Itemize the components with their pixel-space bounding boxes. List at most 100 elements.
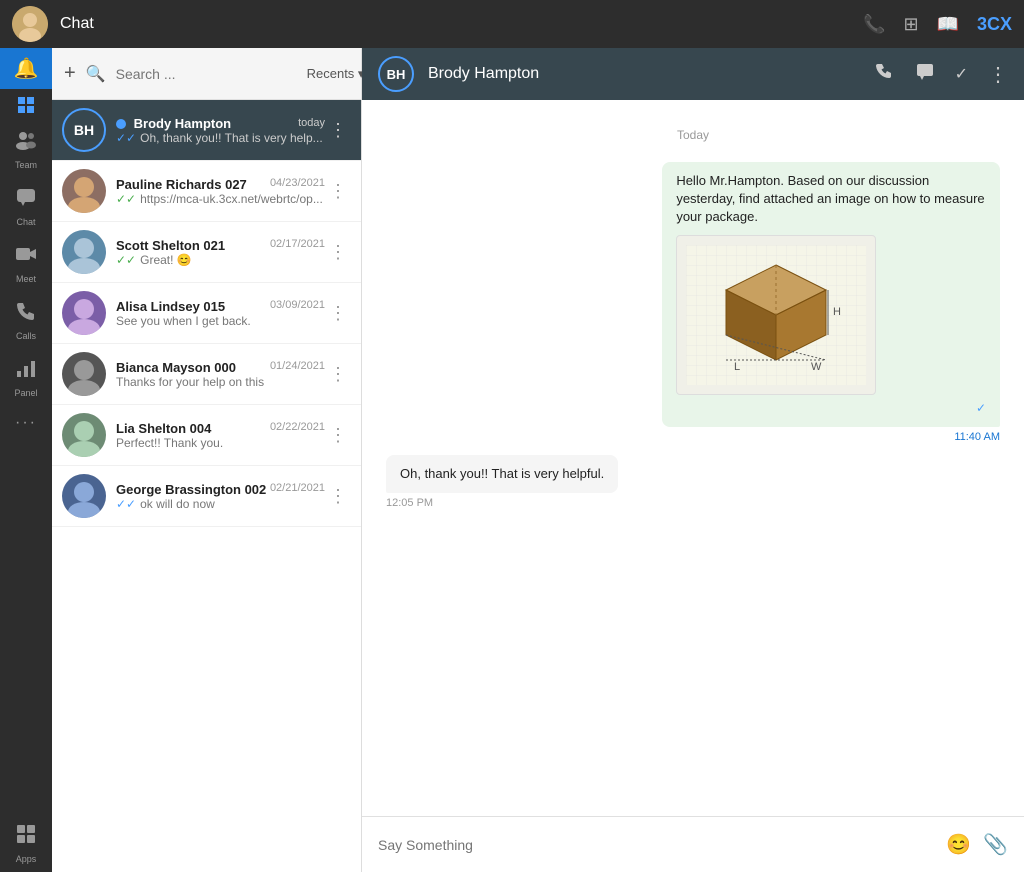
contact-item-3[interactable]: Alisa Lindsey 015 03/09/2021 See you whe…: [52, 283, 361, 344]
contact-name-4: Bianca Mayson 000: [116, 360, 236, 375]
sidebar-item-apps[interactable]: Apps: [0, 815, 52, 872]
contact-more-button-6[interactable]: ⋮: [325, 486, 351, 507]
calls-icon: [15, 300, 37, 328]
contact-info-2: Scott Shelton 021 02/17/2021 ✓✓ Great! 😊: [116, 238, 325, 267]
search-input[interactable]: [116, 66, 297, 82]
message-row-received-1: Oh, thank you!! That is very helpful. 12…: [386, 455, 1000, 509]
search-bar: + 🔍 Recents ▾: [52, 48, 361, 100]
contact-date-3: 03/09/2021: [270, 299, 325, 314]
sidebar-item-chat[interactable]: Chat: [0, 178, 52, 235]
panel-icon: [15, 357, 37, 385]
sidebar-item-more[interactable]: ···: [0, 406, 52, 440]
chat-header-avatar: BH: [378, 56, 414, 92]
sidebar-chat-label: Chat: [16, 217, 35, 227]
voice-call-icon[interactable]: [875, 62, 895, 87]
contact-name-6: George Brassington 002: [116, 482, 266, 497]
avatar-1: [62, 169, 106, 213]
contact-item-1[interactable]: Pauline Richards 027 04/23/2021 ✓✓ https…: [52, 161, 361, 222]
message-bubble-received-1: Oh, thank you!! That is very helpful.: [386, 455, 618, 493]
contact-item-5[interactable]: Lia Shelton 004 02/22/2021 Perfect!! Tha…: [52, 405, 361, 466]
contact-info-4: Bianca Mayson 000 01/24/2021 Thanks for …: [116, 360, 325, 389]
main-layout: 🔔 Team: [0, 48, 1024, 872]
sidebar-item-calls[interactable]: Calls: [0, 292, 52, 349]
sidebar-item-panel[interactable]: Panel: [0, 349, 52, 406]
sidebar-meet-label: Meet: [16, 274, 36, 284]
contact-info-3: Alisa Lindsey 015 03/09/2021 See you whe…: [116, 299, 325, 328]
contact-info-5: Lia Shelton 004 02/22/2021 Perfect!! Tha…: [116, 421, 325, 450]
contact-preview-bh: ✓✓ Oh, thank you!! That is very help...: [116, 131, 325, 145]
sidebar-item-notification[interactable]: 🔔: [0, 48, 52, 89]
contact-item-6[interactable]: George Brassington 002 02/21/2021 ✓✓ ok …: [52, 466, 361, 527]
more-icon: ···: [15, 414, 37, 432]
avatar: [12, 6, 48, 42]
avatar-3: [62, 291, 106, 335]
message-bubble-sent-1: Hello Mr.Hampton. Based on our discussio…: [662, 162, 1000, 427]
sidebar-apps-label: Apps: [16, 854, 37, 864]
contact-preview-6: ✓✓ ok will do now: [116, 497, 325, 511]
contact-date-1: 04/23/2021: [270, 177, 325, 192]
avatar-2: [62, 230, 106, 274]
avatar-4: [62, 352, 106, 396]
chat-header: BH Brody Hampton ✓ ⋮: [362, 48, 1024, 100]
contact-info-1: Pauline Richards 027 04/23/2021 ✓✓ https…: [116, 177, 325, 206]
tick-icon-bh: ✓✓: [116, 131, 136, 145]
contact-date-bh: today: [298, 117, 325, 129]
contact-name-1: Pauline Richards 027: [116, 177, 247, 192]
date-separator: Today: [386, 128, 1000, 142]
contact-more-button-4[interactable]: ⋮: [325, 364, 351, 385]
bell-icon: 🔔: [14, 56, 39, 81]
contact-info-bh: Brody Hampton today ✓✓ Oh, thank you!! T…: [116, 116, 325, 145]
recents-button[interactable]: Recents ▾: [307, 66, 365, 82]
meet-icon: [15, 243, 37, 271]
sidebar-team-label: Team: [15, 160, 37, 170]
chat-icon: [15, 186, 37, 214]
contact-info-6: George Brassington 002 02/21/2021 ✓✓ ok …: [116, 482, 325, 511]
phone-icon[interactable]: 📞: [863, 14, 885, 35]
tick-icon-6: ✓✓: [116, 497, 136, 511]
sidebar-item-team[interactable]: Team: [0, 121, 52, 178]
chat-contact-name: Brody Hampton: [428, 65, 861, 83]
sent-tick-1: ✓: [976, 401, 986, 415]
options-icon[interactable]: ⋮: [988, 62, 1008, 87]
contact-preview-3: See you when I get back.: [116, 314, 325, 328]
windows-icon: [18, 97, 34, 113]
contact-name-5: Lia Shelton 004: [116, 421, 211, 436]
attachment-icon[interactable]: 📎: [983, 832, 1008, 857]
top-bar-title: Chat: [60, 15, 863, 33]
message-time-received-1: 12:05 PM: [386, 497, 433, 509]
top-bar-icons: 📞 ⊞ 📖 3CX: [863, 14, 1012, 35]
contact-preview-4: Thanks for your help on this: [116, 375, 325, 389]
sidebar-panel-label: Panel: [14, 388, 37, 398]
tick-icon-1: ✓✓: [116, 192, 136, 206]
contact-name-2: Scott Shelton 021: [116, 238, 225, 253]
brand-label: 3CX: [977, 14, 1012, 35]
contact-date-5: 02/22/2021: [270, 421, 325, 436]
messages-area: Today Hello Mr.Hampton. Based on our dis…: [362, 100, 1024, 816]
contact-more-button-bh[interactable]: ⋮: [325, 120, 351, 141]
book-icon[interactable]: 📖: [937, 14, 959, 35]
contact-more-button-5[interactable]: ⋮: [325, 425, 351, 446]
contact-name-3: Alisa Lindsey 015: [116, 299, 225, 314]
contact-more-button-3[interactable]: ⋮: [325, 303, 351, 324]
top-bar: Chat 📞 ⊞ 📖 3CX: [0, 0, 1024, 48]
contact-item-2[interactable]: Scott Shelton 021 02/17/2021 ✓✓ Great! 😊…: [52, 222, 361, 283]
sidebar-item-meet[interactable]: Meet: [0, 235, 52, 292]
check-icon[interactable]: ✓: [955, 64, 968, 84]
chat-bubble-icon[interactable]: [915, 62, 935, 87]
tick-icon-2: ✓✓: [116, 253, 136, 267]
emoji-icon[interactable]: 😊: [946, 832, 971, 857]
contact-more-button-2[interactable]: ⋮: [325, 242, 351, 263]
contact-more-button-1[interactable]: ⋮: [325, 181, 351, 202]
qr-icon[interactable]: ⊞: [903, 14, 918, 35]
message-time-sent-1: 11:40 AM: [954, 431, 1000, 443]
message-input[interactable]: [378, 837, 934, 853]
sidebar-item-windows[interactable]: [0, 89, 52, 121]
input-area: 😊 📎: [362, 816, 1024, 872]
apps-icon: [15, 823, 37, 851]
svg-text:L: L: [734, 361, 740, 373]
svg-text:W: W: [811, 361, 822, 373]
contact-item-active[interactable]: BH Brody Hampton today ✓✓ Oh, thank you!…: [52, 100, 361, 161]
contact-preview-2: ✓✓ Great! 😊: [116, 253, 325, 267]
contact-item-4[interactable]: Bianca Mayson 000 01/24/2021 Thanks for …: [52, 344, 361, 405]
add-chat-button[interactable]: +: [64, 62, 76, 85]
